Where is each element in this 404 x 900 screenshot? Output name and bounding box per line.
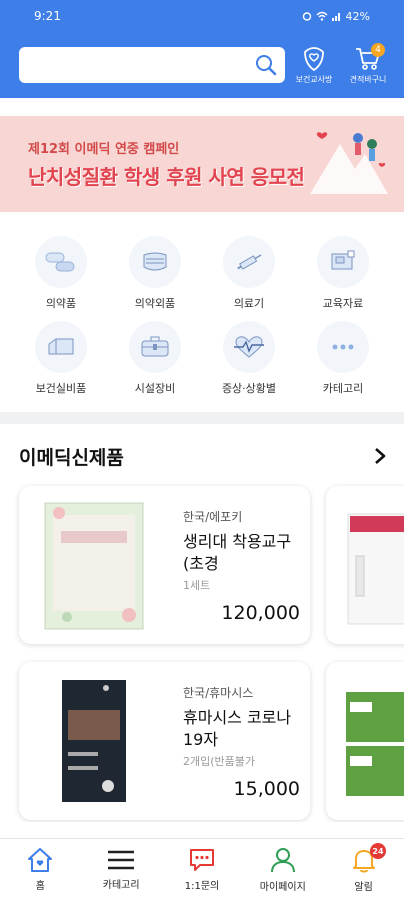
category-label: 의료기 [233, 297, 265, 310]
quote-cart-button[interactable]: 4 견적바구니 [343, 41, 393, 89]
menu-icon [108, 850, 135, 870]
product-booklet-image [44, 502, 144, 630]
category-item-quasi-drug[interactable]: 의약외품 [108, 236, 202, 321]
category-label: 보건실비품 [35, 382, 87, 395]
top-header: 보건교사방 4 견적바구니 [0, 32, 404, 98]
category-label: 시설장비 [134, 382, 176, 395]
banner-illustration-icon [310, 132, 388, 194]
more-dots-icon [332, 344, 354, 350]
product-unit: 1세트 [183, 579, 211, 592]
nav-label: 홈 [35, 881, 45, 892]
quote-cart-label: 견적바구니 [349, 74, 387, 84]
nav-mypage[interactable]: 마이페이지 [242, 839, 323, 900]
product-card[interactable]: 한국/에포키 생리대 착용교구 (초경 1세트 120,000 [19, 486, 310, 644]
status-icons: 42% [302, 10, 370, 23]
first-aid-kit-icon [141, 336, 169, 357]
battery-level: 42% [345, 9, 370, 23]
nav-label: 마이페이지 [259, 882, 306, 893]
category-label: 의약품 [45, 297, 77, 310]
nav-category[interactable]: 카테고리 [81, 839, 162, 900]
product-brand: 한국/휴마시스 [183, 686, 254, 700]
category-label: 증상·상황별 [221, 382, 277, 395]
nav-home[interactable]: 홈 [0, 839, 81, 900]
product-unit: 2개입(반품불가 [183, 755, 256, 768]
wifi-icon [316, 11, 328, 21]
chevron-right-icon[interactable] [372, 446, 388, 466]
pills-icon [45, 252, 75, 272]
product-box-image [62, 680, 126, 802]
home-icon [28, 848, 53, 872]
product-image [19, 662, 169, 820]
product-card-peek[interactable] [326, 662, 404, 820]
category-grid: 의약품 의약외품 의료기 교육자료 보건실비품 시설장비 증상·상황별 카테고리 [0, 228, 404, 406]
category-label: 교육자료 [322, 297, 364, 310]
signal-icon [331, 13, 340, 21]
search-input[interactable] [19, 47, 255, 83]
category-item-health-room-supplies[interactable]: 보건실비품 [14, 321, 108, 406]
alarm-icon [302, 12, 311, 21]
heart-pulse-icon [234, 336, 264, 358]
category-item-facility-equipment[interactable]: 시설장비 [108, 321, 202, 406]
product-peek-image [346, 692, 404, 796]
health-room-button[interactable]: 보건교사방 [289, 41, 339, 89]
mask-icon [143, 252, 167, 271]
product-brand: 한국/에포키 [183, 510, 243, 524]
product-price: 15,000 [233, 778, 300, 800]
campaign-banner[interactable]: 제12회 이메딕 연중 캠페인 난치성질환 학생 후원 사연 응모전 [0, 116, 404, 212]
nav-inquiry[interactable]: 1:1문의 [162, 839, 243, 900]
product-name: 생리대 착용교구 (초경 [183, 532, 292, 573]
product-image [19, 486, 169, 644]
product-peek-image [347, 513, 404, 625]
section-divider [0, 412, 404, 424]
search-bar[interactable] [19, 47, 285, 83]
nav-alerts[interactable]: 24 알림 [323, 839, 404, 900]
user-icon [270, 848, 295, 873]
nav-label: 1:1문의 [184, 881, 220, 892]
category-label: 카테고리 [322, 382, 364, 395]
product-price: 120,000 [221, 602, 300, 624]
section-title: 이메딕신제품 [19, 446, 124, 469]
alert-count-badge: 24 [370, 843, 386, 859]
search-icon[interactable] [255, 54, 277, 76]
product-list: 한국/에포키 생리대 착용교구 (초경 1세트 120,000 한국/휴마시스 [0, 482, 404, 822]
syringe-icon [237, 254, 262, 270]
category-item-medical-device[interactable]: 의료기 [202, 236, 296, 321]
category-item-symptom[interactable]: 증상·상황별 [202, 321, 296, 406]
health-room-supplies-icon [48, 338, 74, 355]
status-bar: 9:21 42% [0, 0, 404, 32]
health-room-label: 보건교사방 [295, 74, 333, 84]
bottom-navigation: 홈 카테고리 1:1문의 마이페이지 24 알림 [0, 838, 404, 900]
nav-label: 카테고리 [102, 880, 140, 891]
category-item-medicine[interactable]: 의약품 [14, 236, 108, 321]
education-material-icon [331, 250, 355, 270]
product-card-peek[interactable] [326, 486, 404, 644]
category-item-education[interactable]: 교육자료 [296, 236, 390, 321]
category-item-more[interactable]: 카테고리 [296, 321, 390, 406]
chat-icon [189, 849, 214, 871]
cart-count-badge: 4 [371, 43, 385, 57]
health-shield-icon [304, 46, 324, 71]
product-name: 휴마시스 코로나 19자 [183, 708, 292, 749]
status-time: 9:21 [34, 9, 61, 23]
new-products-header: 이메딕신제품 [0, 430, 404, 482]
category-label: 의약외품 [134, 297, 176, 310]
nav-label: 알림 [354, 882, 373, 893]
product-card[interactable]: 한국/휴마시스 휴마시스 코로나 19자 2개입(반품불가 15,000 [19, 662, 310, 820]
